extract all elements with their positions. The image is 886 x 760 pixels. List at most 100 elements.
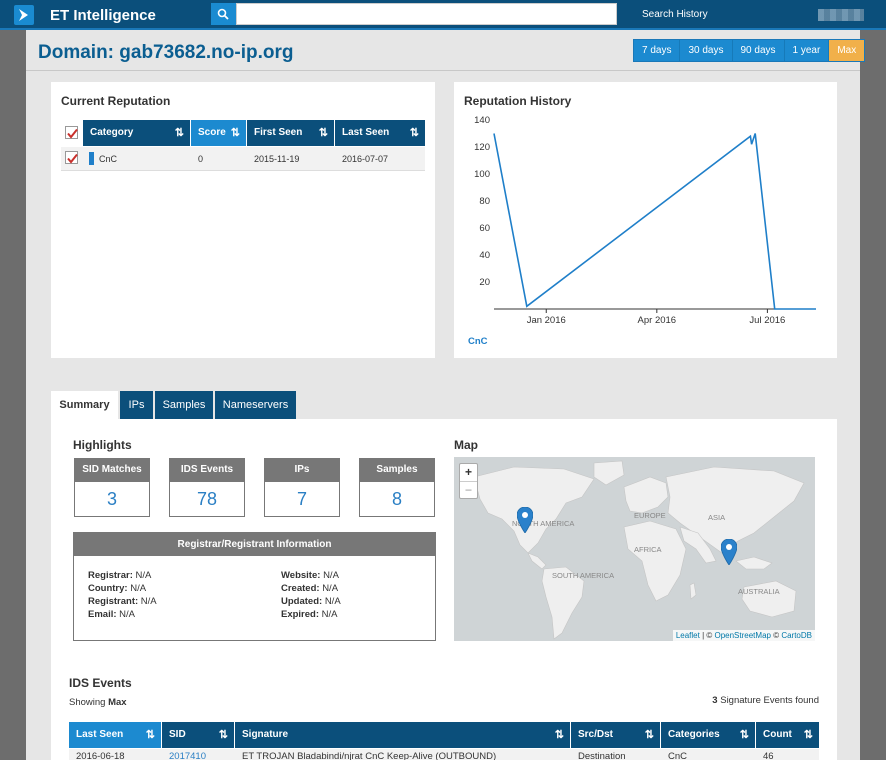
y-tick-label: 100: [474, 169, 490, 180]
cell-score: 0: [198, 154, 204, 164]
column-header-first-seen[interactable]: First Seen ⇅: [247, 120, 335, 146]
divider: [26, 70, 860, 71]
map-label-europe: EUROPE: [634, 511, 666, 520]
highlight-ips[interactable]: IPs 7: [264, 458, 340, 517]
website-field: Website: N/A: [281, 570, 339, 581]
y-tick-label: 20: [479, 277, 490, 288]
map-label-africa: AFRICA: [634, 545, 662, 554]
range-max-button[interactable]: Max: [829, 40, 865, 61]
category-color-swatch: [89, 152, 94, 165]
sort-icon: ⇅: [644, 729, 654, 741]
showing-range: Showing Max: [69, 697, 127, 708]
highlight-ids-events[interactable]: IDS Events 78: [169, 458, 245, 517]
y-tick-label: 80: [479, 196, 490, 207]
column-header-signature[interactable]: Signature ⇅: [235, 722, 571, 748]
column-header-category[interactable]: Category ⇅: [83, 120, 191, 146]
app-title[interactable]: ET Intelligence: [50, 7, 156, 24]
range-7-days-button[interactable]: 7 days: [634, 40, 681, 61]
row-checkbox[interactable]: [65, 151, 78, 164]
registrant-field: Registrant: N/A: [88, 596, 157, 607]
map-marker-icon[interactable]: [517, 507, 533, 533]
current-reputation-title: Current Reputation: [61, 94, 171, 108]
y-tick-label: 60: [479, 223, 490, 234]
expired-field: Expired: N/A: [281, 609, 338, 620]
range-1-year-button[interactable]: 1 year: [784, 40, 830, 61]
map-label-south-america: SOUTH AMERICA: [552, 571, 615, 580]
cell-last-seen: 2016-07-07: [342, 154, 389, 164]
cell-src-dst: Destination: [578, 751, 626, 760]
sort-desc-icon: ⇅: [145, 729, 155, 741]
zoom-in-button[interactable]: +: [460, 464, 477, 481]
sort-icon: ⇅: [318, 127, 328, 139]
registrar-info-title: Registrar/Registrant Information: [74, 533, 435, 556]
map-title: Map: [454, 438, 478, 452]
reputation-history-chart: 20 40 60 80 100 120 140 Jan 2016 Apr 2016 Jul 201…: [474, 115, 816, 326]
search-button[interactable]: [211, 3, 236, 25]
tab-nameservers[interactable]: Nameservers: [215, 391, 296, 419]
cell-categories: CnC: [668, 751, 688, 760]
sort-desc-icon: ⇅: [230, 127, 240, 139]
openstreetmap-link[interactable]: OpenStreetMap: [714, 631, 770, 640]
map-marker-icon[interactable]: [721, 539, 737, 565]
search-input[interactable]: [236, 3, 617, 25]
cell-category: CnC: [99, 154, 118, 164]
series-line-cnc: [493, 133, 816, 310]
logo-icon[interactable]: [14, 5, 34, 25]
top-navbar: ET Intelligence Search History: [0, 0, 886, 30]
x-tick-label: Apr 2016: [638, 315, 677, 326]
x-tick-label: Jan 2016: [527, 315, 566, 326]
column-header-sid[interactable]: SID ⇅: [162, 722, 235, 748]
search-icon: [217, 8, 229, 20]
sort-icon: ⇅: [409, 127, 419, 139]
zoom-out-button[interactable]: −: [460, 481, 477, 498]
x-tick-label: Jul 2016: [749, 315, 785, 326]
map-label-australia: AUSTRALIA: [738, 587, 780, 596]
range-90-days-button[interactable]: 90 days: [732, 40, 785, 61]
country-field: Country: N/A: [88, 583, 147, 594]
map-label-asia: ASIA: [708, 513, 726, 522]
search-history-link[interactable]: Search History: [642, 9, 708, 20]
highlight-sid-matches[interactable]: SID Matches 3: [74, 458, 150, 517]
updated-field: Updated: N/A: [281, 596, 341, 607]
chart-legend-cnc[interactable]: CnC: [468, 336, 488, 347]
time-range-selector: 7 days 30 days 90 days 1 year Max: [633, 39, 866, 62]
ids-events-title: IDS Events: [69, 676, 132, 690]
column-header-count[interactable]: Count ⇅: [756, 722, 819, 748]
cell-sid-link[interactable]: 2017410: [169, 751, 206, 760]
sort-icon: ⇅: [739, 729, 749, 741]
map-attribution: Leaflet | © OpenStreetMap © CartoDB: [672, 630, 815, 641]
column-header-last-seen[interactable]: Last Seen ⇅: [69, 722, 162, 748]
cartodb-link[interactable]: CartoDB: [781, 631, 812, 640]
page-title: Domain: gab73682.no-ip.org: [38, 42, 294, 63]
world-map[interactable]: NORTH AMERICA EUROPE ASIA AFRICA SOUTH A…: [454, 457, 815, 641]
cell-first-seen: 2015-11-19: [254, 154, 300, 164]
checkmark-icon: [67, 153, 78, 164]
sort-icon: ⇅: [218, 729, 228, 741]
user-menu[interactable]: [818, 9, 864, 21]
column-header-categories[interactable]: Categories ⇅: [661, 722, 756, 748]
registrar-field: Registrar: N/A: [88, 570, 152, 581]
y-tick-label: 140: [474, 115, 490, 126]
cell-count: 46: [763, 751, 774, 760]
sort-icon: ⇅: [174, 127, 184, 139]
tab-summary[interactable]: Summary: [51, 391, 118, 419]
cell-signature: ET TROJAN Bladabindi/njrat CnC Keep-Aliv…: [242, 751, 497, 760]
leaflet-link[interactable]: Leaflet: [676, 631, 700, 640]
email-field: Email: N/A: [88, 609, 135, 620]
range-30-days-button[interactable]: 30 days: [680, 40, 733, 61]
highlight-samples[interactable]: Samples 8: [359, 458, 435, 517]
sort-icon: ⇅: [554, 729, 564, 741]
created-field: Created: N/A: [281, 583, 339, 594]
y-tick-label: 40: [479, 250, 490, 261]
column-header-last-seen[interactable]: Last Seen ⇅: [335, 120, 425, 146]
column-header-score[interactable]: Score ⇅: [191, 120, 247, 146]
select-all-checkbox[interactable]: [65, 126, 78, 139]
column-header-src-dst[interactable]: Src/Dst ⇅: [571, 722, 661, 748]
tab-samples[interactable]: Samples: [155, 391, 213, 419]
cell-last-seen: 2016-06-18: [76, 751, 125, 760]
tab-ips[interactable]: IPs: [120, 391, 153, 419]
signature-events-count: 3 Signature Events found: [712, 695, 819, 706]
checkmark-icon: [67, 128, 78, 139]
map-zoom-control: + −: [459, 463, 478, 499]
sort-icon: ⇅: [803, 729, 813, 741]
